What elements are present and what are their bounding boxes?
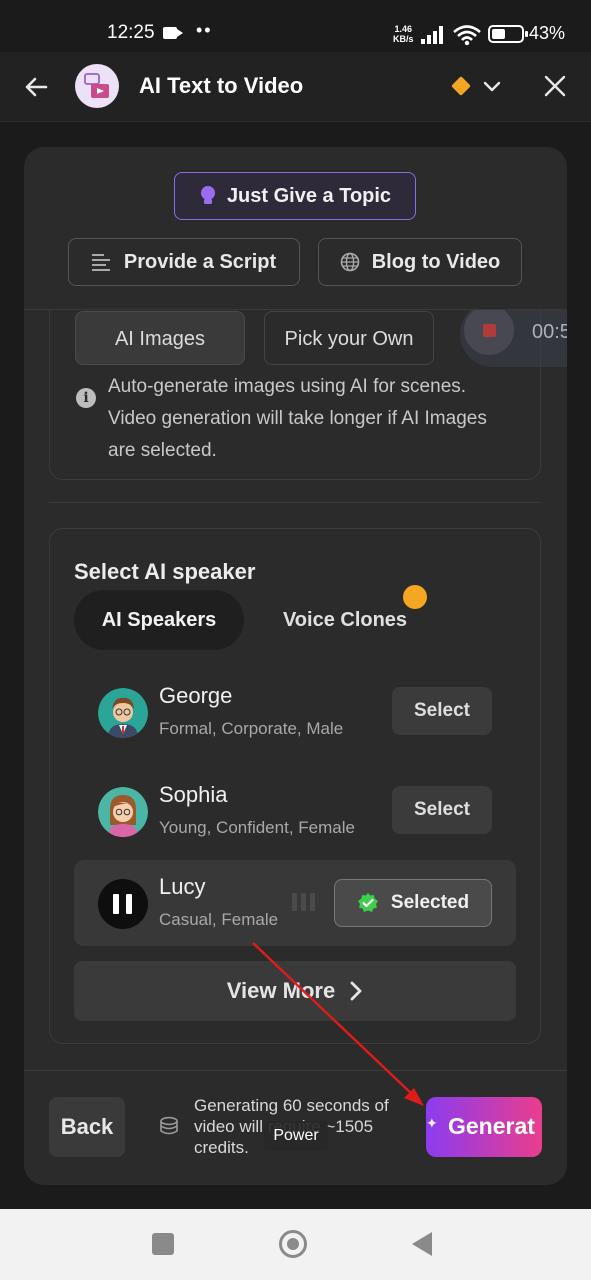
- sparkle-icon: ✦: [426, 1115, 438, 1131]
- notification-dots-icon: ••: [196, 20, 213, 40]
- lightbulb-icon: [200, 186, 215, 204]
- select-george-button[interactable]: Select: [392, 687, 492, 735]
- selected-lucy-button[interactable]: Selected: [334, 879, 492, 927]
- audio-wave-icon: [292, 893, 315, 911]
- back-button[interactable]: Back: [49, 1097, 125, 1157]
- app-logo-icon: [75, 64, 119, 108]
- close-icon[interactable]: [541, 72, 569, 100]
- speaker-row-lucy[interactable]: Lucy Casual, Female Selected: [74, 860, 516, 946]
- speaker-name: George: [159, 683, 233, 708]
- topic-button-label: Just Give a Topic: [226, 184, 392, 207]
- status-time: 12:25: [107, 22, 155, 43]
- chevron-down-icon[interactable]: [482, 76, 502, 96]
- main-card: Just Give a Topic Provide a Script Blog …: [24, 147, 567, 1185]
- pause-icon[interactable]: [98, 879, 148, 929]
- network-speed-value: 1.46: [394, 24, 413, 34]
- battery-icon: [488, 25, 528, 43]
- speaker-description: Young, Confident, Female: [159, 818, 355, 837]
- speaker-section-title: Select AI speaker: [74, 559, 256, 584]
- blog-to-video-button[interactable]: Blog to Video: [318, 238, 522, 286]
- speaker-row-george[interactable]: George Formal, Corporate, Male Select: [74, 669, 516, 755]
- back-arrow-icon[interactable]: [22, 72, 52, 102]
- page-title: AI Text to Video: [139, 73, 304, 98]
- recents-icon[interactable]: [152, 1233, 174, 1255]
- speaker-row-sophia[interactable]: Sophia Young, Confident, Female Select: [74, 768, 516, 854]
- cell-signal-icon: [421, 26, 443, 44]
- generate-button[interactable]: ✦ Generat: [426, 1097, 542, 1157]
- coins-icon: [160, 1116, 178, 1135]
- avatar-sophia: [98, 787, 148, 837]
- speaker-description: Formal, Corporate, Male: [159, 719, 344, 738]
- recording-time: 00:51: [532, 321, 567, 343]
- text-lines-icon: [91, 254, 110, 271]
- tab-ai-speakers[interactable]: AI Speakers: [74, 590, 244, 650]
- image-options-box: AI Images Pick your Own i Auto-generate …: [49, 310, 567, 480]
- home-icon[interactable]: [279, 1230, 307, 1258]
- pick-your-own-option[interactable]: Pick your Own: [264, 311, 434, 365]
- scroll-content[interactable]: AI Images Pick your Own i Auto-generate …: [24, 310, 567, 1070]
- divider: [49, 502, 541, 503]
- check-icon: [357, 893, 378, 912]
- provide-a-script-button[interactable]: Provide a Script: [68, 238, 300, 286]
- speaker-section: Select AI speaker AI Speakers Voice Clon…: [49, 528, 541, 1044]
- divider: [24, 1070, 567, 1071]
- selected-label: Selected: [390, 892, 470, 913]
- view-more-button[interactable]: View More: [74, 961, 516, 1021]
- system-nav-bar: [0, 1209, 591, 1280]
- chevron-right-icon: [350, 981, 362, 1001]
- app-bar: AI Text to Video: [0, 52, 591, 122]
- network-speed-unit: KB/s: [393, 34, 414, 44]
- wifi-icon: [453, 25, 481, 46]
- script-button-label: Provide a Script: [123, 250, 277, 273]
- ai-images-info-text: Auto-generate images using AI for scenes…: [108, 376, 487, 461]
- speaker-description: Casual, Female: [159, 910, 279, 929]
- just-give-a-topic-button[interactable]: Just Give a Topic: [174, 172, 416, 220]
- video-camera-icon: [163, 27, 183, 39]
- touch-indicator-dot: [403, 585, 427, 609]
- blog-button-label: Blog to Video: [371, 250, 501, 273]
- globe-icon: [340, 252, 360, 272]
- select-sophia-button[interactable]: Select: [392, 786, 492, 834]
- speaker-name: Lucy: [159, 874, 206, 899]
- view-more-label: View More: [226, 978, 336, 1003]
- battery-percent: 43%: [529, 23, 566, 43]
- premium-diamond-icon[interactable]: [451, 76, 471, 96]
- system-back-icon[interactable]: [412, 1232, 432, 1256]
- ai-images-option[interactable]: AI Images: [75, 311, 245, 365]
- stop-recording-icon[interactable]: [464, 310, 514, 355]
- power-tooltip: Power: [264, 1121, 328, 1151]
- generate-label: Generat: [448, 1113, 535, 1139]
- network-speed: 1.46 KB/s: [393, 24, 414, 44]
- info-icon: i: [76, 388, 96, 408]
- avatar-george: [98, 688, 148, 738]
- status-bar: 12:25 •• 1.46 KB/s 43%: [0, 0, 591, 52]
- screen-recording-widget[interactable]: 00:51: [460, 310, 567, 367]
- speaker-name: Sophia: [159, 782, 228, 807]
